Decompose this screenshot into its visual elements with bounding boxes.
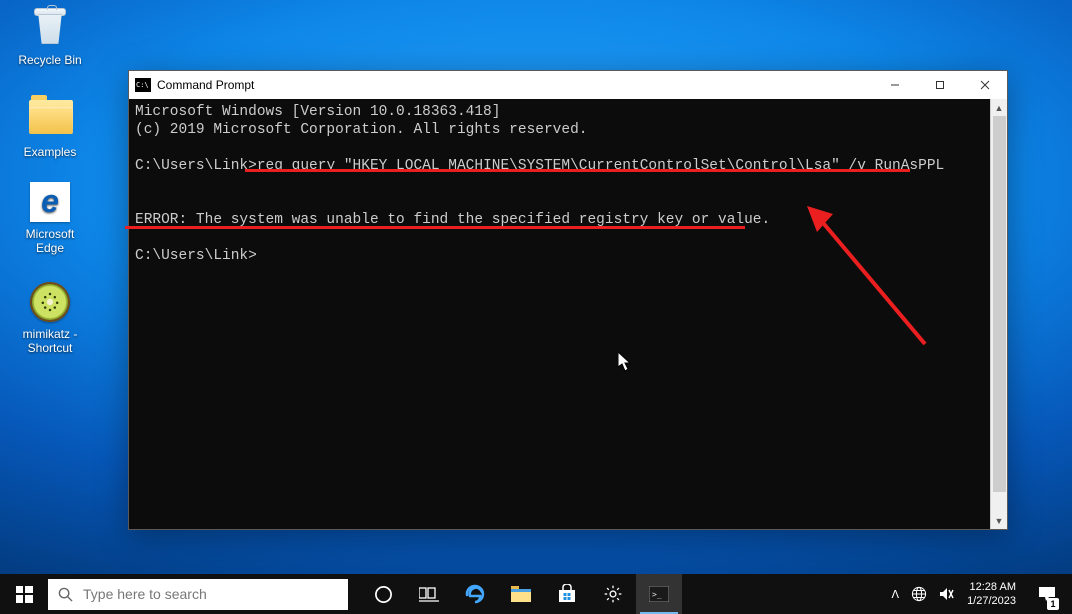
taskbar-cmd-button[interactable]: >_: [636, 574, 682, 614]
clock-date: 1/27/2023: [967, 594, 1016, 608]
desktop-icon-label: Microsoft Edge: [12, 227, 88, 255]
taskbar-edge-button[interactable]: [452, 574, 498, 614]
edge-icon: [30, 182, 70, 222]
terminal-output[interactable]: Microsoft Windows [Version 10.0.18363.41…: [129, 99, 990, 529]
term-line: (c) 2019 Microsoft Corporation. All righ…: [135, 122, 587, 138]
close-button[interactable]: [962, 71, 1007, 99]
taskbar[interactable]: Type here to search: [0, 574, 1072, 614]
taskbar-store-button[interactable]: [544, 574, 590, 614]
start-button[interactable]: [0, 574, 48, 614]
annotation-underline: [245, 169, 910, 172]
folder-icon: [29, 100, 73, 134]
recycle-bin-icon: [32, 8, 68, 46]
taskbar-task-view-button[interactable]: [406, 574, 452, 614]
taskbar-clock[interactable]: 12:28 AM 1/27/2023: [967, 580, 1018, 608]
cortana-icon: [374, 585, 393, 604]
svg-text:>_: >_: [652, 590, 662, 599]
kiwi-icon: [30, 282, 70, 322]
desktop-icon-recycle-bin[interactable]: Recycle Bin: [12, 8, 88, 67]
tray-overflow-button[interactable]: ᐱ: [892, 588, 900, 601]
scroll-thumb[interactable]: [993, 116, 1006, 492]
store-icon: [557, 584, 577, 604]
window-titlebar[interactable]: Command Prompt: [129, 71, 1007, 99]
edge-icon: [464, 583, 486, 605]
cmd-app-icon: [135, 78, 151, 92]
term-line: Microsoft Windows [Version 10.0.18363.41…: [135, 104, 500, 120]
desktop-icon-label: Recycle Bin: [12, 53, 88, 67]
taskbar-cortana-button[interactable]: [360, 574, 406, 614]
desktop[interactable]: Recycle Bin Examples Microsoft Edge mimi…: [0, 0, 1072, 614]
term-prompt: C:\Users\Link>: [135, 248, 257, 264]
taskbar-pinned-apps: >_: [360, 574, 682, 614]
scroll-down-button[interactable]: ▼: [991, 512, 1008, 529]
file-explorer-icon: [510, 585, 532, 603]
taskbar-settings-button[interactable]: [590, 574, 636, 614]
annotation-underline: [125, 226, 745, 229]
taskbar-search-box[interactable]: Type here to search: [48, 579, 348, 610]
volume-icon[interactable]: [939, 586, 955, 602]
scroll-up-button[interactable]: ▲: [991, 99, 1008, 116]
task-view-icon: [419, 586, 439, 602]
windows-logo-icon: [16, 586, 33, 603]
desktop-icon-label: mimikatz - Shortcut: [12, 327, 88, 355]
terminal-scrollbar[interactable]: ▲ ▼: [990, 99, 1007, 529]
desktop-icon-label: Examples: [12, 145, 88, 159]
desktop-icon-mimikatz[interactable]: mimikatz - Shortcut: [12, 282, 88, 355]
command-prompt-window[interactable]: Command Prompt Microsoft Windows [Versio…: [128, 70, 1008, 530]
notification-badge: 1: [1047, 598, 1059, 610]
desktop-icon-examples[interactable]: Examples: [12, 98, 88, 159]
taskbar-tray[interactable]: ᐱ 12:28 AM 1/27/2023 1: [886, 574, 1072, 614]
scroll-track[interactable]: [991, 116, 1008, 512]
desktop-icon-edge[interactable]: Microsoft Edge: [12, 182, 88, 255]
network-icon[interactable]: [911, 586, 927, 602]
search-icon: [58, 587, 73, 602]
maximize-button[interactable]: [917, 71, 962, 99]
annotation-arrow-icon: [805, 204, 935, 354]
clock-time: 12:28 AM: [967, 580, 1016, 594]
cmd-icon: >_: [649, 586, 669, 602]
action-center-button[interactable]: 1: [1030, 574, 1064, 614]
gear-icon: [603, 584, 623, 604]
term-prompt: C:\Users\Link>: [135, 158, 257, 174]
search-placeholder: Type here to search: [83, 586, 207, 602]
minimize-button[interactable]: [872, 71, 917, 99]
taskbar-file-explorer-button[interactable]: [498, 574, 544, 614]
window-title: Command Prompt: [157, 78, 254, 92]
